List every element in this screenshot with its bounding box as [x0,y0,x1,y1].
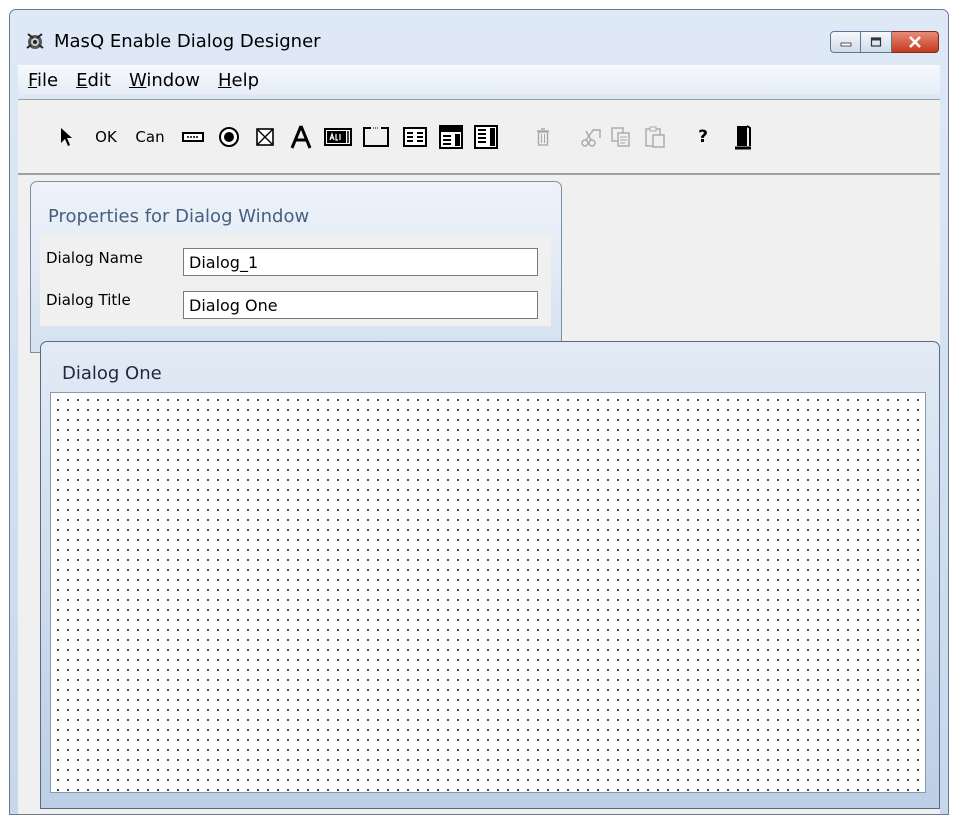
static-text-tool[interactable] [288,122,314,152]
drop-list-icon [474,125,498,149]
list-box-icon [403,127,427,147]
app-window: MasQ Enable Dialog Designer File Edit Wi… [9,9,949,815]
exit-door-icon [735,125,751,150]
menu-help[interactable]: Help [218,70,259,91]
menu-edit[interactable]: Edit [76,70,111,91]
checkbox-icon [256,128,274,146]
dialog-name-label: Dialog Name [46,249,143,267]
arrow-pointer-icon [61,128,72,146]
trash-icon [537,128,549,146]
toolbar: OK Can ? [18,99,940,175]
radio-icon [219,127,239,147]
dialog-preview-window[interactable]: Dialog One [40,341,940,809]
close-button[interactable] [892,31,939,53]
paste-button[interactable] [643,122,667,152]
minimize-icon [840,42,851,47]
dialog-preview-title: Dialog One [62,363,162,384]
maximize-icon [870,37,882,47]
window-title: MasQ Enable Dialog Designer [54,31,321,52]
menu-file[interactable]: File [28,70,58,91]
dialog-title-label: Dialog Title [46,291,131,309]
window-controls [830,31,939,55]
properties-body: Dialog Name Dialog Title [40,234,551,326]
radio-button-tool[interactable] [217,122,241,152]
combo-box-icon [439,125,463,149]
list-box-tool[interactable] [402,122,428,152]
design-grid-canvas[interactable] [50,392,926,793]
dialog-name-input[interactable] [183,248,538,276]
exit-button[interactable] [733,122,753,152]
cancel-button-tool[interactable]: Can [132,122,168,152]
group-box-tool[interactable] [361,122,391,152]
scissors-icon [581,128,601,147]
button-control-icon [182,132,204,142]
cut-button[interactable] [579,122,603,152]
dialog-title-input[interactable] [183,291,538,319]
pointer-tool-button[interactable] [56,122,76,152]
edit-box-icon [324,128,352,146]
menu-bar: File Edit Window Help [18,65,940,95]
checkbox-tool[interactable] [254,122,276,152]
button-tool[interactable] [181,122,205,152]
properties-panel: Properties for Dialog Window Dialog Name… [30,181,562,353]
close-icon [909,36,921,48]
minimize-button[interactable] [830,31,861,53]
drop-list-tool[interactable] [473,122,499,152]
edit-box-tool[interactable] [324,122,352,152]
title-bar[interactable]: MasQ Enable Dialog Designer [10,10,948,64]
app-icon [26,33,44,49]
paste-icon [645,126,665,148]
maximize-button[interactable] [861,31,892,53]
help-button[interactable]: ? [695,122,711,152]
group-box-icon [363,127,389,147]
combo-box-tool[interactable] [438,122,464,152]
delete-button[interactable] [535,122,551,152]
text-icon [290,125,312,149]
menu-window[interactable]: Window [129,70,200,91]
properties-title: Properties for Dialog Window [48,206,310,227]
copy-icon [611,127,630,147]
client-area: Properties for Dialog Window Dialog Name… [18,175,940,814]
copy-button[interactable] [609,122,633,152]
ok-button-tool[interactable]: OK [92,122,120,152]
